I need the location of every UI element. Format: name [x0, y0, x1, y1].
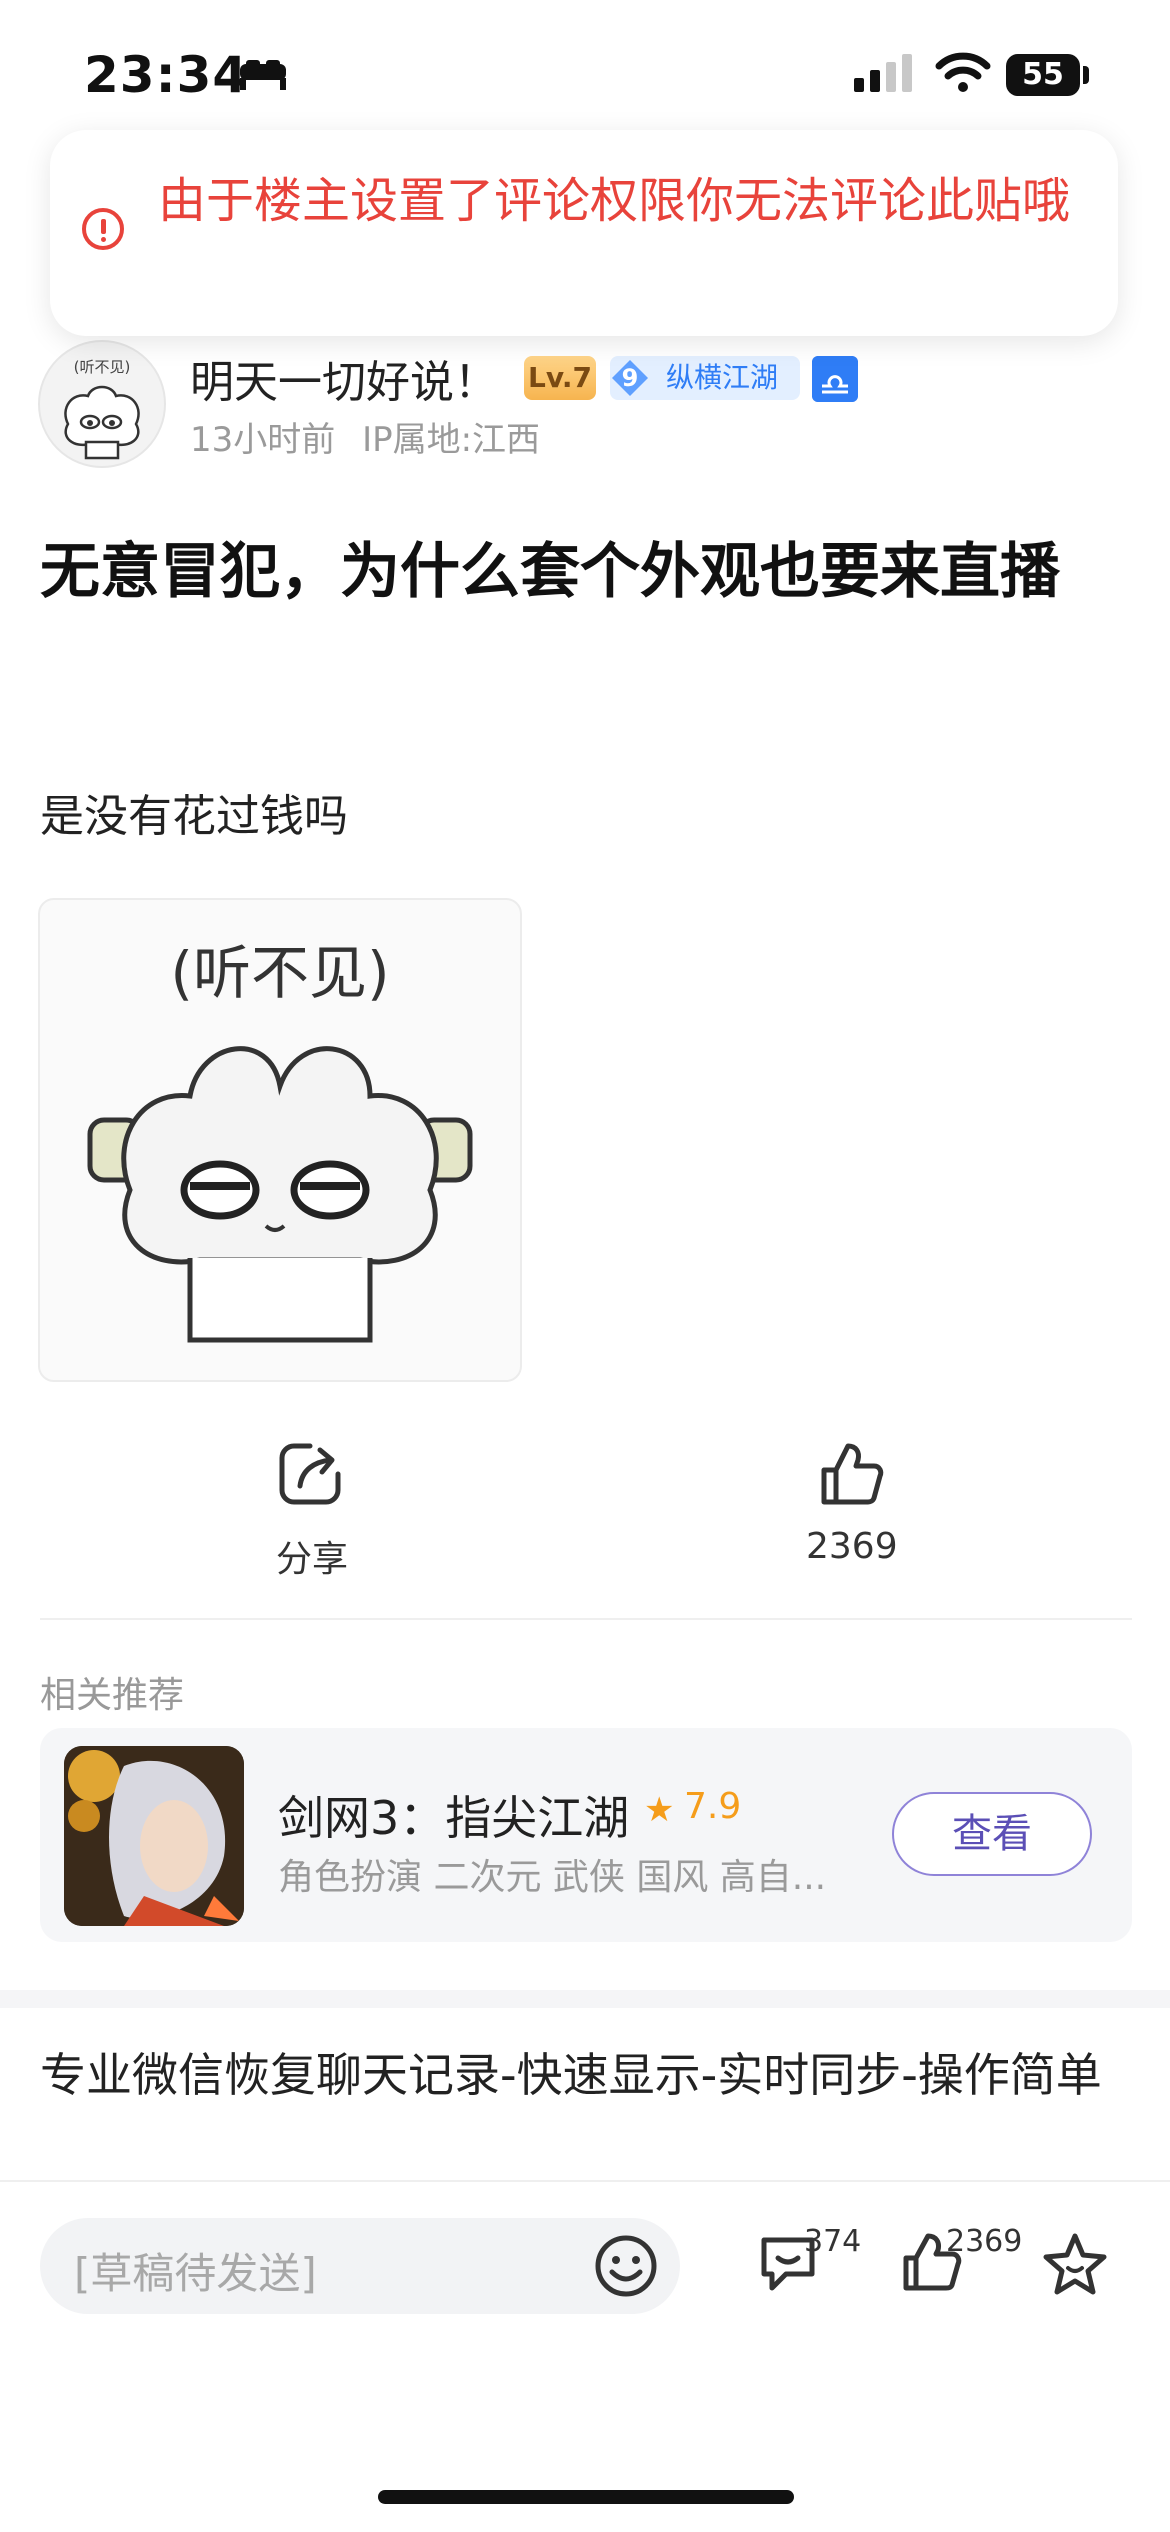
section-gap: [0, 1990, 1170, 2008]
post-image-caption: (听不见): [170, 939, 390, 1007]
level-badge: Lv.7: [524, 356, 596, 400]
avatar-caption: (听不见): [73, 358, 131, 376]
view-game-button[interactable]: 查看: [892, 1792, 1092, 1876]
recommend-section-label: 相关推荐: [40, 1675, 185, 1716]
share-label[interactable]: 分享: [276, 1530, 348, 1582]
bottom-divider: [0, 2180, 1170, 2182]
post-image[interactable]: (听不见): [38, 898, 522, 1382]
fan-group-name: 纵横江湖: [666, 361, 779, 394]
author-name[interactable]: 明天一切好说！: [190, 346, 498, 410]
battery-tip: [1083, 66, 1089, 84]
avatar-cartoon: [64, 385, 140, 460]
status-time: 23:34: [84, 46, 249, 104]
author-avatar[interactable]: (听不见): [38, 340, 166, 468]
post-meta: 13小时前 IP属地:江西: [190, 420, 541, 460]
home-indicator[interactable]: [378, 2490, 794, 2504]
game-name[interactable]: 剑网3：指尖江湖: [278, 1782, 629, 1848]
post-body: 是没有花过钱吗: [40, 791, 348, 842]
toast-message: 由于楼主设置了评论权限你无法评论此贴哦: [158, 173, 1071, 229]
emoji-icon[interactable]: [594, 2234, 658, 2298]
game-rating: 7.9: [684, 1786, 742, 1827]
libra-icon: [812, 356, 858, 402]
game-artwork: [64, 1746, 244, 1926]
share-icon[interactable]: [276, 1440, 344, 1508]
signal-icon: [854, 54, 912, 92]
divider: [40, 1618, 1132, 1620]
post-title: 无意冒犯，为什么套个外观也要来直播: [40, 537, 1060, 607]
fan-level: 9: [621, 364, 639, 392]
battery-icon: 55: [1006, 54, 1080, 96]
star-rating-icon: ★: [644, 1790, 675, 1830]
favorite-star-icon[interactable]: [1040, 2230, 1110, 2298]
fan-group-badge[interactable]: 9 纵横江湖: [610, 356, 800, 400]
wifi-icon: [935, 52, 991, 92]
game-tags: 角色扮演 二次元 武侠 国风 高自...: [278, 1857, 827, 1898]
comment-placeholder[interactable]: [草稿待发送]: [74, 2240, 317, 2301]
like-count: 2369: [806, 1526, 898, 1567]
comment-count: 374: [804, 2224, 862, 2259]
sticker-drawing: [87, 1046, 473, 1343]
ad-text[interactable]: 专业微信恢复聊天记录-快速显示-实时同步-操作简单: [40, 2038, 1130, 2112]
permission-toast: [50, 130, 1118, 336]
thumb-up-icon[interactable]: [818, 1440, 886, 1508]
game-icon[interactable]: [64, 1746, 244, 1926]
sleep-bed-icon: [240, 60, 286, 90]
bottom-like-count: 2369: [946, 2224, 1023, 2259]
alert-circle-icon: [82, 208, 124, 250]
